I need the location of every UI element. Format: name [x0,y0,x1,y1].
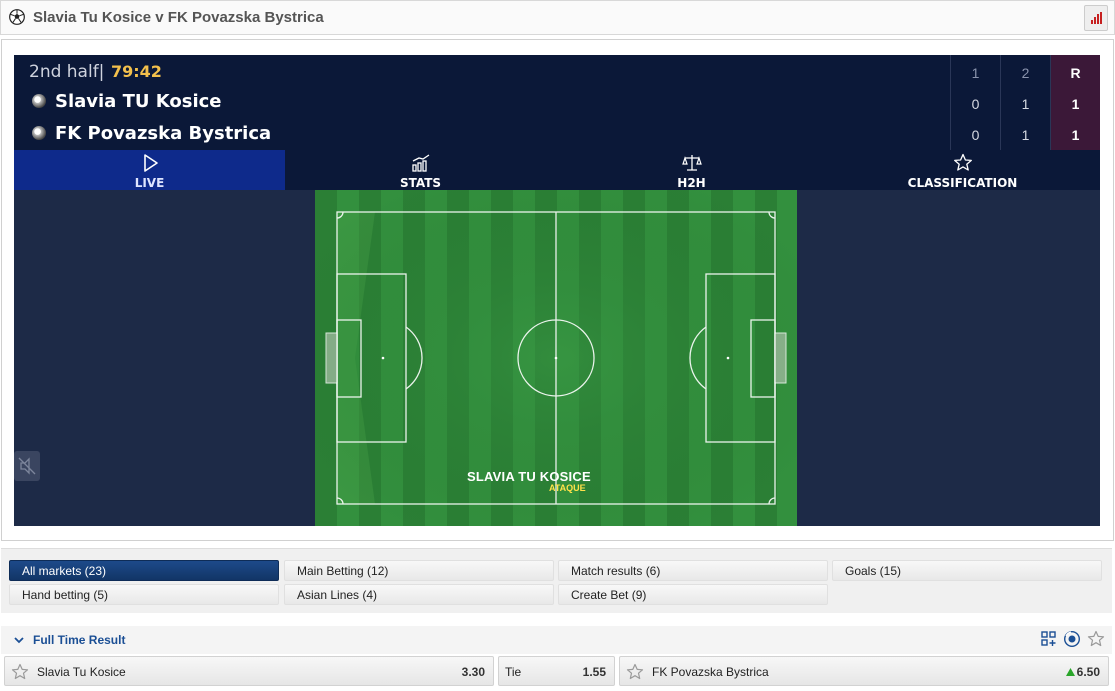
tab-h2h-label: H2H [677,176,706,190]
soccer-ball-icon [9,9,25,25]
tab-live[interactable]: LIVE [14,150,285,190]
home-score-second-half: 1 [1021,96,1030,112]
match-clock: 79:42 [111,62,162,81]
away-score-total: 1 [1071,127,1080,143]
widget-tabs: LIVE STATS H2H CLASSIFICATION [14,150,1100,190]
score-column-header: 1 [971,65,980,81]
favorite-star-icon[interactable] [626,663,644,681]
tab-stats[interactable]: STATS [285,150,556,190]
tab-stats-label: STATS [399,176,442,190]
away-score-first-half: 0 [971,127,980,143]
filter-goals[interactable]: Goals (15) [832,560,1102,581]
speaker-muted-icon [18,457,36,475]
score-column-header: 2 [1021,65,1030,81]
filter-asian-lines[interactable]: Asian Lines (4) [284,584,554,605]
odd-price: 1.55 [582,665,606,679]
odd-selection-name: FK Povazska Bystrica [652,665,769,679]
tab-classification[interactable]: CLASSIFICATION [827,150,1098,190]
match-phase: 2nd half| [29,62,105,82]
away-team-ball-icon [32,126,46,140]
score-column-first-half: 1 0 0 [950,55,1000,150]
mute-button[interactable] [14,451,40,481]
favorite-star-icon[interactable] [1087,630,1105,648]
home-team-ball-icon [32,94,46,108]
away-score-second-half: 1 [1021,127,1030,143]
home-team-row: Slavia TU Kosice [32,91,222,112]
stats-icon [411,154,429,172]
home-score-total: 1 [1071,96,1080,112]
away-team-name: FK Povazska Bystrica [55,123,272,144]
odd-price: 6.50 [1065,665,1100,679]
odd-selection-name: Slavia Tu Kosice [37,665,126,679]
attack-status-label: ATAQUE [549,483,586,493]
tab-live-label: LIVE [134,176,165,190]
odd-price: 3.30 [461,665,485,679]
odd-selection-name: Tie [505,665,522,679]
odd-home[interactable]: Slavia Tu Kosice 3.30 [4,656,494,686]
scoreboard: 2nd half| 79:42 Slavia TU Kosice FK Pova… [14,55,1100,150]
stats-toggle-button[interactable] [1084,5,1108,31]
chevron-down-icon [14,637,24,644]
market-filter-area: All markets (23) Main Betting (12) Match… [1,548,1112,613]
odd-price-value: 6.50 [1076,665,1100,679]
play-icon [143,154,158,172]
home-team-name: Slavia TU Kosice [55,91,222,112]
tab-classification-label: CLASSIFICATION [907,176,1018,190]
score-column-second-half: 2 1 1 [1000,55,1050,150]
filter-all-markets[interactable]: All markets (23) [9,560,279,581]
filter-create-bet[interactable]: Create Bet (9) [558,584,828,605]
match-title: Slavia Tu Kosice v FK Povazska Bystrica [33,9,324,26]
filter-hand-betting[interactable]: Hand betting (5) [9,584,279,605]
score-column-result: R 1 1 [1050,55,1100,150]
bar-chart-icon [1091,12,1102,24]
filter-match-results[interactable]: Match results (6) [558,560,828,581]
market-title: Full Time Result [33,633,126,647]
away-team-row: FK Povazska Bystrica [32,123,271,144]
live-stream-icon[interactable] [1063,630,1081,648]
add-to-grid-icon[interactable] [1040,630,1058,648]
odd-away[interactable]: FK Povazska Bystrica 6.50 [619,656,1109,686]
full-time-result-header[interactable]: Full Time Result [1,626,1112,654]
odds-up-arrow-icon [1065,668,1075,676]
favorite-star-icon[interactable] [11,663,29,681]
tab-h2h[interactable]: H2H [556,150,827,190]
home-score-first-half: 0 [971,96,980,112]
scale-icon [681,155,702,171]
score-column-header: R [1070,65,1081,81]
filter-main-betting[interactable]: Main Betting (12) [284,560,554,581]
star-badge-icon [953,153,972,171]
match-title-bar: Slavia Tu Kosice v FK Povazska Bystrica [0,0,1115,35]
attacking-team-label: SLAVIA TU KOSICE [467,469,591,484]
odd-draw[interactable]: Tie 1.55 [498,656,615,686]
